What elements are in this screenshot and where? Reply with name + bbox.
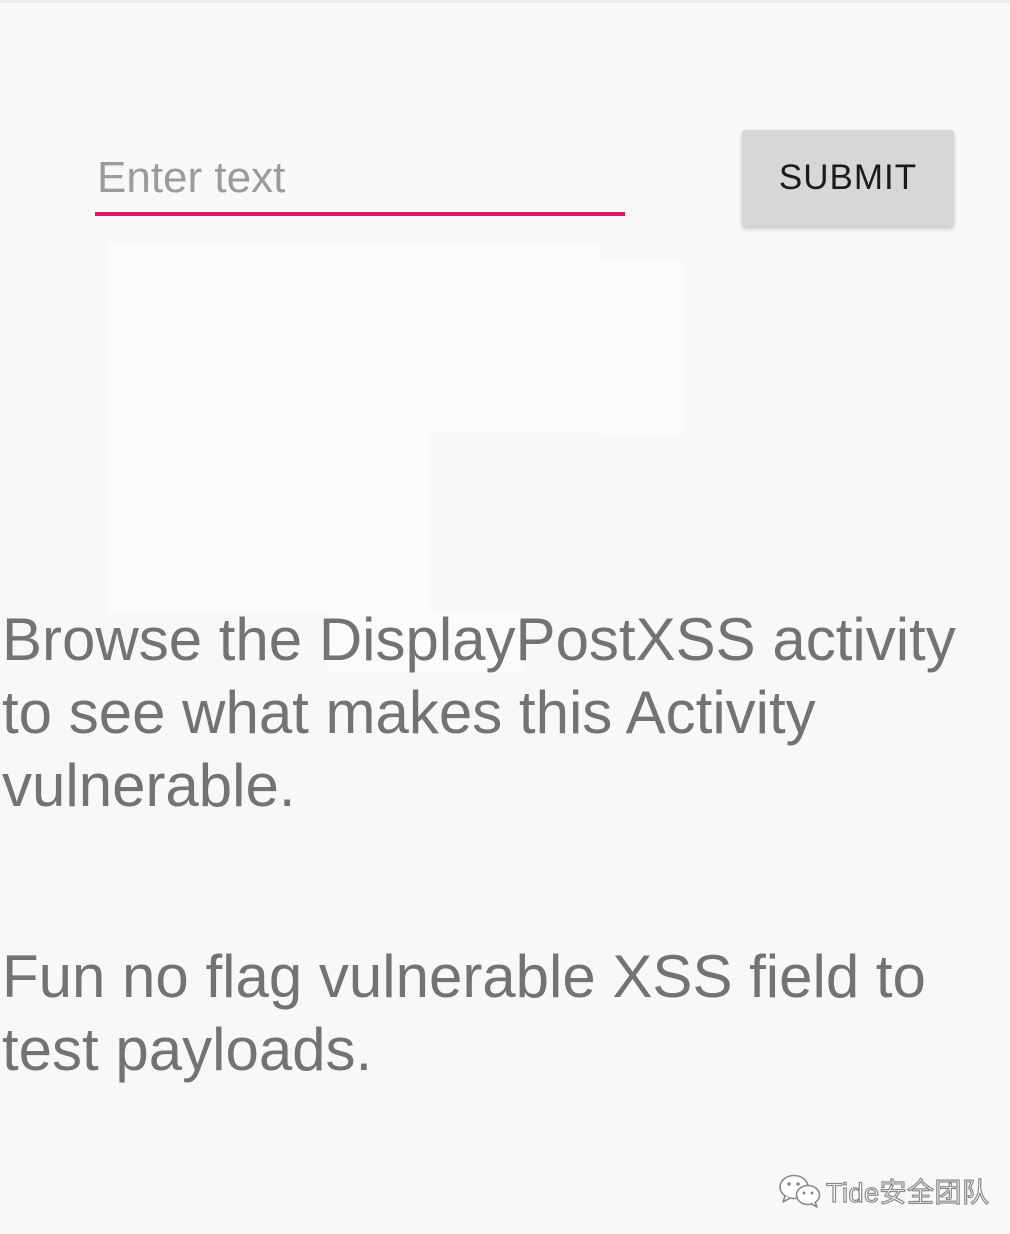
top-edge [0,0,1010,3]
info-text: Fun no flag vulnerable XSS field to test… [2,943,926,1083]
text-input[interactable] [95,148,627,208]
text-field-container[interactable] [95,140,627,218]
watermark-text: Tide安全团队 [825,1177,990,1208]
watermark: Tide安全团队 [778,1170,990,1210]
input-underline [95,212,625,216]
submit-button[interactable]: SUBMIT [742,130,954,226]
description-text: Browse the DisplayPostXSS activity to se… [2,606,956,819]
wechat-icon [779,1174,821,1208]
